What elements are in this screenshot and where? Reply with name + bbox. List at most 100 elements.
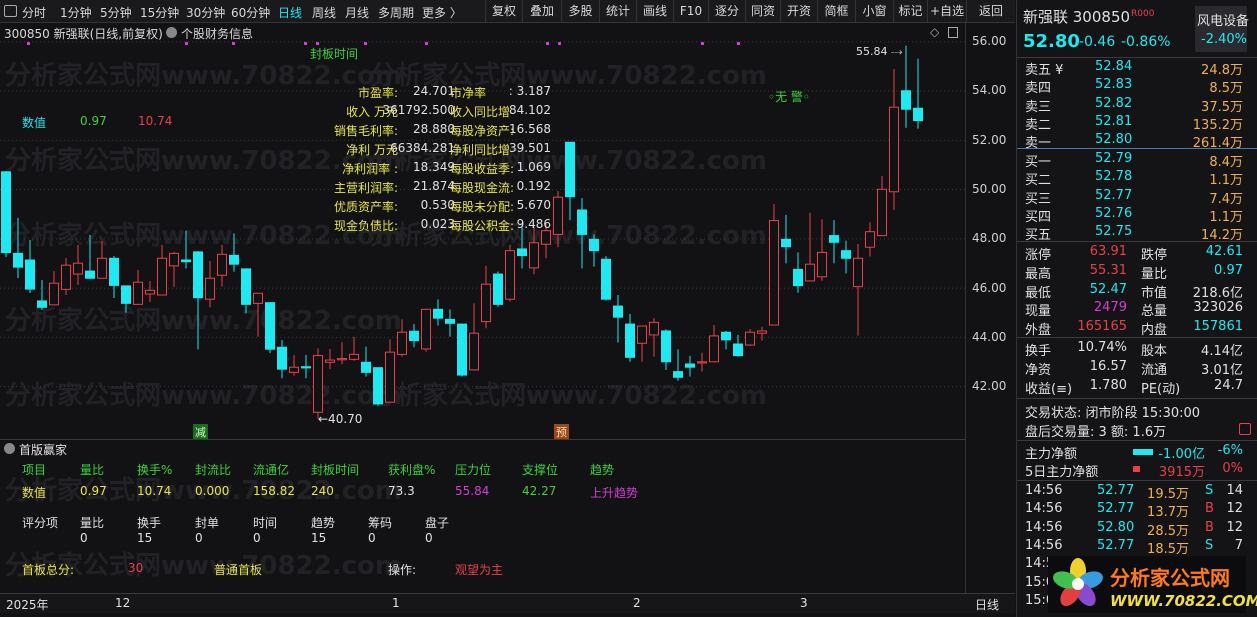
toolbar-button[interactable]: +自选 <box>927 0 966 23</box>
period-tab[interactable]: 60分钟 <box>231 4 270 21</box>
candle-body <box>433 308 443 319</box>
toolbar-button[interactable]: 画线 <box>636 0 673 23</box>
quote-cell: 52.76 <box>1095 205 1133 221</box>
quote-cell: 内盘 <box>1141 323 1168 339</box>
trade-status: 交易状态: 闭市阶段 15:30:00 <box>1025 406 1201 421</box>
period-tab[interactable]: 月线 <box>345 4 369 21</box>
candle-body <box>709 335 719 363</box>
fin-value: 9.486 <box>516 217 551 231</box>
last-price: 52.80 <box>1023 31 1080 52</box>
toolbar-button[interactable]: 统计 <box>599 0 636 23</box>
quote-cell: 19.5万 <box>1147 487 1189 502</box>
chart-icon[interactable] <box>1239 423 1251 435</box>
score-header: 量比 <box>80 516 105 530</box>
toolbar-button[interactable]: 简框 <box>817 0 855 23</box>
quote-cell: 最低 <box>1025 285 1052 301</box>
candle-body <box>37 300 47 308</box>
toolbar-button[interactable]: 逐分 <box>708 0 745 23</box>
lower-header: 流通亿 <box>253 463 290 477</box>
flow-bar <box>1133 466 1140 472</box>
period-tab[interactable]: 5分钟 <box>100 4 132 21</box>
candle-body <box>817 251 827 278</box>
candle-body <box>13 252 23 268</box>
quote-cell: S <box>1205 483 1214 498</box>
sector-name[interactable]: 风电设备 <box>1197 10 1249 29</box>
score-total-label: 首板总分: <box>22 563 75 577</box>
toolbar-button[interactable]: 开资 <box>780 0 817 23</box>
candle-body <box>793 268 803 287</box>
toolbar-button[interactable]: 返回 <box>966 0 1015 23</box>
quote-cell: 135.2万 <box>1192 117 1243 133</box>
after-hours-volume: 盘后交易量: 3 额: 1.6万 <box>1025 425 1167 440</box>
divider <box>1017 480 1257 481</box>
quote-cell: 52.82 <box>1095 95 1133 111</box>
quote-cell: 52.77 <box>1097 483 1135 498</box>
score-value: 15 <box>137 531 153 545</box>
date-label: 2 <box>633 596 641 610</box>
quote-cell: 12 <box>1226 501 1243 517</box>
candle-body <box>913 107 923 122</box>
quote-cell: 买三 <box>1025 191 1052 207</box>
candle-body <box>49 282 59 306</box>
fin-value: 16.568 <box>509 122 551 136</box>
score-header: 盘子 <box>425 516 450 530</box>
period-tab[interactable]: 分时 <box>22 4 46 21</box>
quote-cell: 3.01亿 <box>1201 362 1243 378</box>
price-tick-label: 48.00 <box>972 231 1007 246</box>
period-tab[interactable]: 更多 〉 <box>422 4 462 21</box>
quote-cell: 换手 <box>1025 344 1052 359</box>
toolbar-button[interactable]: 复权 <box>485 0 522 23</box>
toolbar-button[interactable]: 多股 <box>561 0 599 23</box>
candle-body <box>721 331 731 341</box>
fin-value: 18.349 <box>413 160 455 174</box>
quote-cell: 量比 <box>1141 266 1168 282</box>
value-label: 数值 <box>22 116 47 130</box>
chevron-down-icon[interactable] <box>4 443 15 454</box>
toolbar-button[interactable]: 标记 <box>893 0 927 23</box>
chevron-down-icon[interactable] <box>166 27 177 38</box>
fin-value: 361792.500 <box>382 103 455 117</box>
lower-indicator-panel: 首版赢家 项目 量比 换手% 封流比 流通亿 封板时间 获利盘% 压力位 支撑位 趋势 数值 0.97… <box>0 439 965 593</box>
score-header: 趋势 <box>311 516 336 530</box>
candle-body <box>781 238 791 248</box>
signal-dot <box>232 42 235 45</box>
candle-body <box>265 302 275 350</box>
candle-body <box>685 363 695 368</box>
date-label: 1 <box>392 596 400 610</box>
fin-value: 1.069 <box>516 160 551 174</box>
quote-cell: 外盘 <box>1025 323 1052 339</box>
quote-cell: 股本 <box>1141 344 1168 359</box>
sector-pct[interactable]: -2.40% <box>1201 32 1247 47</box>
period-tab[interactable]: 周线 <box>312 4 336 21</box>
quote-cell: 261.4万 <box>1192 136 1243 152</box>
diamond-icon[interactable]: ◇ <box>930 25 939 39</box>
period-tab[interactable]: 日线 <box>278 4 302 21</box>
toolbar-button[interactable]: 小窗 <box>855 0 893 23</box>
flow-bar <box>1133 449 1153 455</box>
price-tick-label: 56.00 <box>972 34 1007 48</box>
panel-icon[interactable] <box>948 27 958 38</box>
toolbar-button[interactable]: F10 <box>673 0 708 23</box>
quote-cell: 323026 <box>1193 300 1243 316</box>
quote-cell: 14 <box>1226 483 1243 498</box>
period-label[interactable]: 日线 <box>975 596 999 613</box>
lower-header: 换手% <box>137 463 173 477</box>
toolbar-button[interactable]: 同资 <box>745 0 780 23</box>
quote-cell: 52.75 <box>1095 224 1133 240</box>
period-tab[interactable]: 1分钟 <box>60 4 92 21</box>
quote-cell: 市值 <box>1141 285 1168 301</box>
candle-body <box>121 285 131 304</box>
toolbar-button[interactable]: 叠加 <box>522 0 561 23</box>
signal-dot <box>185 42 188 45</box>
period-tab[interactable]: 多周期 <box>378 4 414 21</box>
lower-value: 上升趋势 <box>590 486 639 500</box>
period-tab[interactable]: 30分钟 <box>186 4 225 21</box>
panel-toggle-icon[interactable] <box>4 5 17 17</box>
candle-body <box>697 361 707 364</box>
lower-value: 55.84 <box>455 484 490 498</box>
price-tick-label: 42.00 <box>972 379 1007 394</box>
quote-cell: 7.4万 <box>1209 191 1243 207</box>
period-tab[interactable]: 15分钟 <box>140 4 179 21</box>
quote-cell: 14:56 <box>1025 537 1063 553</box>
quote-cell: S <box>1205 537 1214 553</box>
